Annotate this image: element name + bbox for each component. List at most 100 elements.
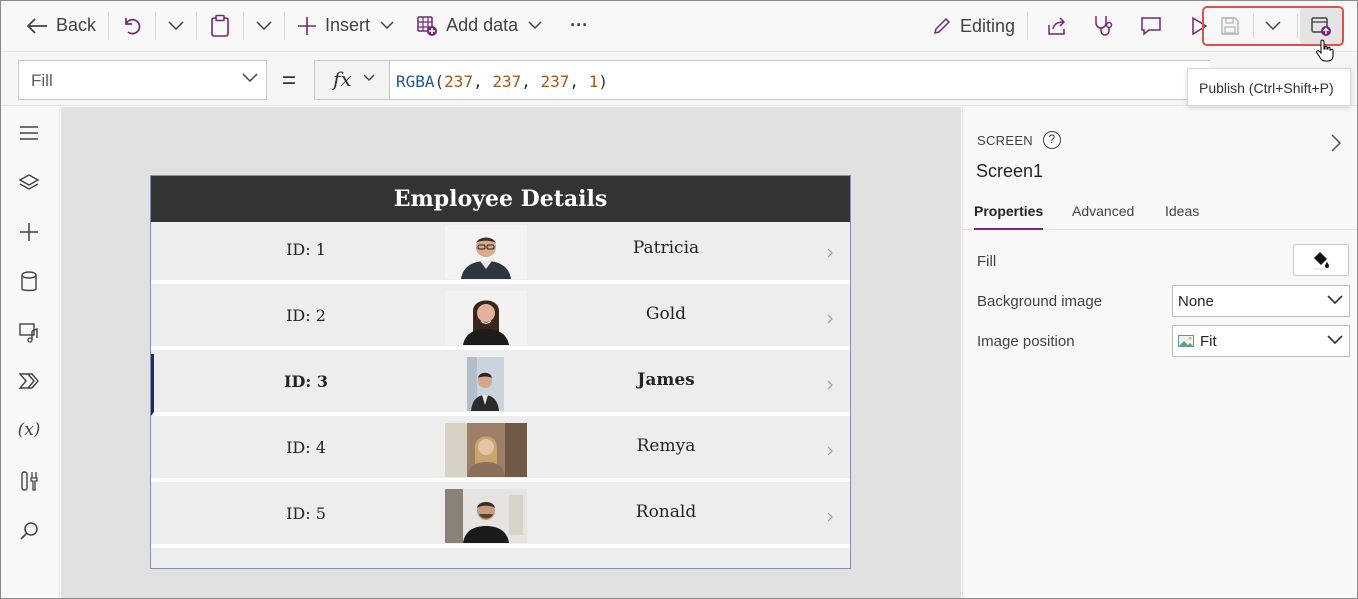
toolbar-divider [196,11,198,40]
formula-open-paren: ( [434,72,445,91]
paint-bucket-icon [1313,252,1329,270]
gallery-row[interactable]: ID: 2 Gold [151,288,850,350]
help-icon[interactable]: ? [1042,131,1061,149]
employee-name: Patricia [632,238,700,258]
insert-button[interactable]: Insert [291,6,400,46]
property-dropdown[interactable]: Fill [18,60,267,100]
back-button[interactable]: Back [20,6,102,46]
chevron-right-icon[interactable] [1330,133,1342,153]
layers-icon[interactable] [17,171,41,195]
share-button[interactable] [1040,6,1074,46]
paste-menu-button[interactable] [250,6,278,46]
database-icon[interactable] [17,270,41,294]
chevron-down-icon [256,20,272,30]
toolbar-divider [243,11,245,40]
formula-comma: , [521,72,541,91]
chevron-down-icon [1327,335,1343,345]
gallery-row-selected[interactable]: ID: 3 James [151,354,850,416]
chevron-right-icon[interactable] [827,314,833,324]
more-commands-button[interactable]: ··· [564,6,594,46]
formula-arg-green: 237 [492,72,522,91]
fill-color-picker[interactable] [1293,244,1349,276]
employee-photo [445,225,527,279]
fx-button[interactable]: fx [314,60,390,100]
tab-ideas[interactable]: Ideas [1165,203,1199,230]
add-data-button[interactable]: Add data [410,6,548,46]
formula-bar: Fill = fx RGBA(237, 237, 237, 1) [0,53,1358,106]
paste-button[interactable] [203,6,237,46]
background-image-value: None [1178,292,1214,310]
properties-panel: SCREEN ? Screen1 Properties Advanced Ide… [962,107,1358,599]
image-position-value: Fit [1200,332,1217,350]
comments-button[interactable] [1134,6,1168,46]
formula-arg-alpha: 1 [588,72,599,91]
share-icon [1048,17,1066,35]
gallery-row[interactable]: ID: 1 Patricia [151,222,850,284]
panel-tabs: Properties Advanced Ideas [963,203,1358,230]
image-position-label: Image position [977,333,1075,350]
editing-label: Editing [959,15,1015,36]
tools-icon[interactable] [17,469,41,493]
plus-icon[interactable] [17,220,41,244]
screen-name: Screen1 [976,161,1044,181]
chevron-down-icon [242,73,258,83]
formula-input[interactable]: RGBA(237, 237, 237, 1) [390,60,1210,100]
command-bar: Back Insert Add data ··· Editing [0,0,1358,62]
app-checker-button[interactable] [1086,6,1120,46]
chevron-right-icon[interactable] [827,512,833,522]
chevron-down-icon [363,74,375,81]
formula-function: RGBA [396,72,435,91]
shapes-icon[interactable] [17,369,41,393]
design-canvas[interactable]: Employee Details ID: 1 Patricia ID: 2 Go… [61,107,961,599]
chevron-right-icon[interactable] [827,446,833,456]
editing-status-button[interactable]: Editing [926,6,1021,46]
hamburger-icon[interactable] [17,121,41,145]
chevron-right-icon[interactable] [827,248,833,258]
chevron-down-icon [528,21,542,30]
chevron-right-icon[interactable] [827,380,833,390]
formula-arg-red: 237 [444,72,474,91]
panel-section-header: SCREEN ? [977,131,1061,149]
more-icon: ··· [570,15,589,35]
variables-icon[interactable]: (x) [17,418,41,442]
insert-label: Insert [325,15,371,35]
formula-comma: , [473,72,493,91]
image-icon [1178,335,1194,347]
back-label: Back [56,15,97,35]
app-screen[interactable]: Employee Details ID: 1 Patricia ID: 2 Go… [150,175,851,569]
undo-menu-button[interactable] [162,6,190,46]
app-header-title: Employee Details [151,176,850,222]
toolbar-divider [1027,12,1028,40]
chevron-down-icon [380,21,394,30]
chevron-down-icon [1327,295,1343,305]
gallery-row[interactable]: ID: 5 Ronald [151,486,850,548]
tab-properties[interactable]: Properties [974,203,1044,230]
gallery-row[interactable]: ID: 4 Remya [151,420,850,482]
left-rail: (x) [0,107,60,599]
employee-photo [445,291,527,345]
pencil-icon [933,17,951,35]
employee-photo [445,423,527,477]
formula-close-paren: ) [598,72,608,91]
employee-id: ID: 1 [286,240,326,259]
panel-section-label: SCREEN [977,132,1033,148]
search-icon[interactable] [17,519,41,543]
toolbar-divider [155,11,157,40]
stethoscope-icon [1095,16,1113,36]
background-image-label: Background image [977,293,1103,310]
employee-name: Ronald [635,502,697,522]
plus-icon [298,16,317,35]
employee-photo [467,357,504,411]
image-position-dropdown[interactable]: Fit [1172,325,1350,357]
background-image-dropdown[interactable]: None [1172,285,1350,317]
employee-name: James [637,370,695,390]
undo-button[interactable] [115,6,149,46]
back-arrow-icon [26,17,47,34]
comment-icon [1141,17,1161,36]
employee-photo [445,489,527,543]
fill-label: Fill [977,253,997,270]
media-icon[interactable] [17,320,41,344]
add-data-icon [417,15,438,36]
tab-advanced[interactable]: Advanced [1072,203,1134,230]
employee-id: ID: 5 [286,504,326,523]
